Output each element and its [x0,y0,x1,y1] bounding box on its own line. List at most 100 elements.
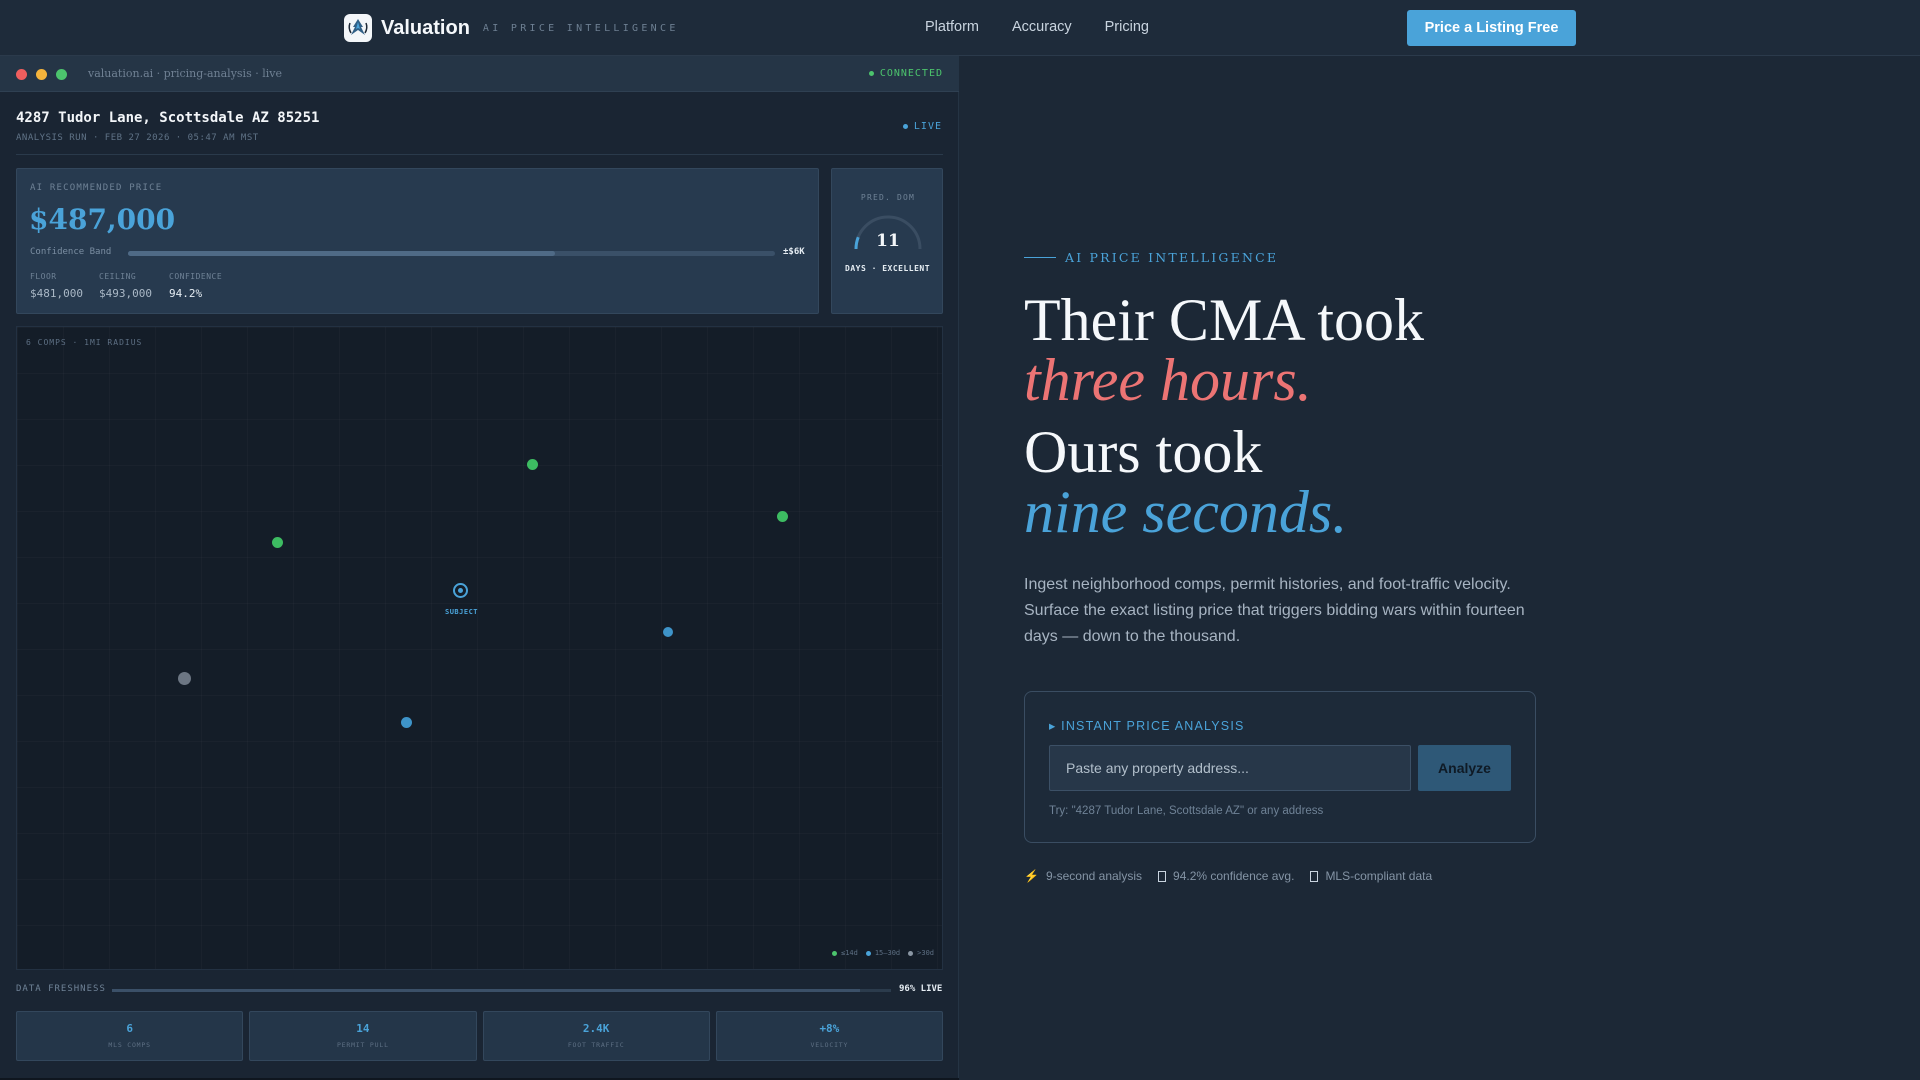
live-dot-icon [902,124,908,129]
stat-tile-label: PERMIT PULL [336,1041,389,1049]
brand[interactable]: Valuation AI PRICE INTELLIGENCE [344,14,679,42]
stat-tile-foot-traffic: 2.4K FOOT TRAFFIC [482,1011,710,1061]
floor-value: $481,000 [30,287,83,300]
lightning-icon: ⚡ [1024,869,1039,883]
dom-label: PRED. DOM [860,193,916,202]
document-icon [1310,870,1319,882]
price-card-label: AI RECOMMENDED PRICE [30,183,163,193]
confidence-value: 94.2% [169,287,203,300]
stat-tile-value: 6 [126,1022,133,1035]
brand-name: Valuation [381,16,470,39]
comp-marker[interactable] [663,627,673,637]
comp-marker[interactable] [178,672,191,685]
freshness-value: 96% LIVE [899,984,943,994]
trust-item: 94.2% confidence avg. [1158,869,1294,883]
map-legend: ≤14d 15–30d >30d [824,949,934,957]
legend-dot-icon [831,950,837,956]
nav-link-accuracy[interactable]: Accuracy [1012,19,1072,35]
analysis-panel: valuation.ai · pricing-analysis · live C… [0,56,959,1080]
stat-tiles: 6 MLS COMPS 14 PERMIT PULL 2.4K FOOT TRA… [16,1011,943,1061]
trust-item: MLS-compliant data [1310,869,1432,883]
live-badge: LIVE [902,121,942,132]
dom-card: PRED. DOM 11 DAYS · EXCELLENT [831,168,943,314]
hero-heading-line4: nine seconds. [1024,479,1348,545]
brand-tagline: AI PRICE INTELLIGENCE [482,22,679,34]
legend-item: 15–30d [865,949,901,957]
top-nav: Valuation AI PRICE INTELLIGENCE Platform… [0,0,1920,56]
legend-label: 15–30d [874,949,901,957]
comps-map-label: 6 COMPS · 1MI RADIUS [26,338,143,347]
window-minimize-icon[interactable] [36,69,47,80]
trust-label: 94.2% confidence avg. [1173,869,1295,883]
stat-tile-permit-pull: 14 PERMIT PULL [249,1011,477,1061]
confidence-band-fill [128,251,556,256]
stat-tile-label: VELOCITY [810,1041,849,1049]
divider [16,154,943,155]
stat-tile-label: FOOT TRAFFIC [567,1041,625,1049]
ceiling-label: CEILING [99,272,137,281]
stat-tile-value: 14 [356,1022,370,1035]
freshness-label: DATA FRESHNESS [16,984,106,994]
window-maximize-icon[interactable] [56,69,67,80]
stat-tile-label: MLS COMPS [108,1041,151,1049]
price-card: AI RECOMMENDED PRICE $487,000 Confidence… [16,168,819,314]
price-listing-button[interactable]: Price a Listing Free [1407,10,1576,46]
trust-label: MLS-compliant data [1325,869,1433,883]
confidence-band-value: ±$6K [783,247,805,257]
status-dot-icon [868,71,874,76]
window-close-icon[interactable] [16,69,27,80]
property-address: 4287 Tudor Lane, Scottsdale AZ 85251 [16,110,320,126]
legend-dot-icon [865,950,871,956]
dom-value: 11 [876,231,900,251]
freshness-bar [112,989,891,992]
hero-heading-line2: three hours. [1024,347,1312,413]
connection-status: CONNECTED [868,68,943,79]
form-hint: Try: "4287 Tudor Lane, Scottsdale AZ" or… [1049,805,1324,817]
legend-label: ≤14d [840,949,858,957]
comp-marker[interactable] [272,537,283,548]
recommended-price: $487,000 [29,203,176,236]
dom-status: DAYS · EXCELLENT [845,264,931,273]
legend-item: >30d [908,949,934,957]
freshness-fill [112,989,860,992]
nav-links: Platform Accuracy Pricing [925,19,1182,35]
stat-tile-velocity: +8% VELOCITY [715,1011,943,1061]
confidence-band-bar [128,251,775,256]
nav-link-platform[interactable]: Platform [925,19,979,35]
analyze-button[interactable]: Analyze [1418,745,1511,791]
subject-marker-icon[interactable] [453,583,468,598]
shield-icon [1158,870,1167,882]
hero-subtitle: Ingest neighborhood comps, permit histor… [1024,576,1525,645]
comps-map[interactable]: 6 COMPS · 1MI RADIUS SUBJECT ≤14d 15–30d… [16,326,943,970]
connection-status-label: CONNECTED [879,68,943,79]
subject-label: SUBJECT [445,608,479,616]
trust-badges: ⚡ 9-second analysis 94.2% confidence avg… [1024,869,1448,883]
hero-heading-line3: Ours took [1024,419,1263,485]
hero-eyebrow-label: AI PRICE INTELLIGENCE [1065,250,1279,265]
stat-tile-mls-comps: 6 MLS COMPS [16,1011,244,1061]
ceiling-value: $493,000 [99,287,152,300]
eyebrow-rule [1024,257,1056,258]
legend-dot-icon [908,950,914,956]
hero-eyebrow: AI PRICE INTELLIGENCE [1024,250,1278,265]
stat-tile-value: +8% [819,1022,840,1035]
comp-marker[interactable] [401,717,412,728]
legend-label: >30d [917,949,934,957]
hero-heading-line1: Their CMA took [1024,287,1424,353]
address-input[interactable] [1049,745,1411,791]
window-titlebar: valuation.ai · pricing-analysis · live C… [0,56,959,92]
valuation-logo-icon [344,14,372,42]
trust-item: ⚡ 9-second analysis [1024,869,1142,883]
comp-marker[interactable] [527,459,538,470]
live-label: LIVE [913,121,942,132]
window-url: valuation.ai · pricing-analysis · live [88,67,282,80]
confidence-label: CONFIDENCE [169,272,223,281]
form-label: ▸ INSTANT PRICE ANALYSIS [1049,719,1245,733]
nav-link-pricing[interactable]: Pricing [1105,19,1149,35]
trust-label: 9-second analysis [1045,869,1143,883]
comp-marker[interactable] [777,511,788,522]
price-analysis-form: ▸ INSTANT PRICE ANALYSIS Analyze Try: "4… [1024,691,1536,843]
legend-item: ≤14d [831,949,858,957]
analysis-run-info: ANALYSIS RUN · FEB 27 2026 · 05:47 AM MS… [16,133,259,143]
stat-tile-value: 2.4K [582,1022,610,1035]
